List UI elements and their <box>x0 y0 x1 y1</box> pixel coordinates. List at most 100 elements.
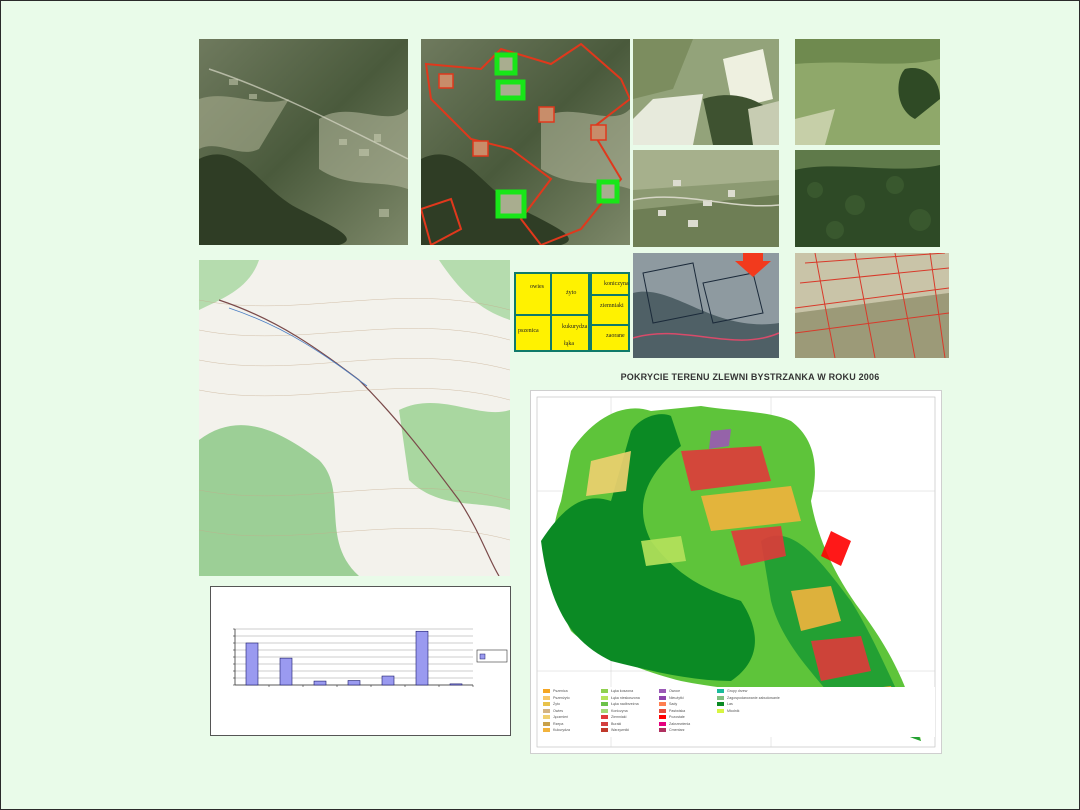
map-legend-item: Żyto <box>543 702 560 707</box>
legend-swatch <box>601 689 608 694</box>
legend-swatch <box>543 702 550 707</box>
map-legend-item: Ziemniaki <box>601 715 627 720</box>
map-legend-item: Łąka nieskoszona <box>601 696 640 700</box>
map-legend-item: Kukurydza <box>543 728 570 733</box>
legend-label: Pszenica <box>553 689 568 693</box>
legend-swatch <box>543 721 550 726</box>
legend-label: Żyto <box>553 702 560 706</box>
legend-label: Owies <box>553 708 563 713</box>
legend-label: Łąka nieskoszona <box>611 695 640 700</box>
legend-label: Pozostałe <box>669 715 685 719</box>
legend-swatch <box>601 721 608 726</box>
legend-swatch <box>717 702 724 707</box>
bar-chart <box>210 586 511 736</box>
land-cover-map: Pszenica Pszenżyto Żyto Owies Jęczmień Rzepa K… <box>530 390 942 754</box>
bar-5 <box>381 675 395 686</box>
map-legend-item: Jęczmień <box>543 715 569 720</box>
map-legend-item: Buraki <box>601 722 621 726</box>
legend-swatch <box>717 695 724 700</box>
legend-swatch <box>601 695 608 700</box>
parcel-photo <box>795 253 949 358</box>
map-legend-item: Sady <box>659 702 678 707</box>
legend-label: Ziemniaki <box>611 715 627 719</box>
legend-cell: ziemniaki <box>592 296 628 324</box>
legend-label: Owoce <box>669 689 681 693</box>
legend-label: Jęczmień <box>553 715 569 719</box>
bar-4 <box>347 680 361 686</box>
legend-label: Warzywniki <box>611 728 630 732</box>
bar-1 <box>245 642 259 686</box>
bar-7 <box>449 683 463 686</box>
map-legend-item: Łąka nadbrzeżna <box>601 702 639 707</box>
cadastral-photo <box>633 253 779 358</box>
legend-swatch <box>543 708 550 713</box>
legend-swatch <box>543 689 550 694</box>
map-title: POKRYCIE TERENU ZLEWNI BYSTRZANKA W ROKU… <box>620 372 880 382</box>
map-legend-item: Młodnik <box>717 709 739 713</box>
map-legend-item: Warzywniki <box>601 728 630 733</box>
legend-label: Cmentarz <box>669 728 685 732</box>
legend-swatch <box>659 695 666 700</box>
field-photo <box>633 39 779 145</box>
map-legend-item: Pszenica <box>543 689 568 694</box>
satellite-image <box>199 39 408 245</box>
legend-label: Rzepa <box>553 721 564 726</box>
legend-swatch <box>659 702 666 707</box>
legend-label: Buraki <box>611 721 622 726</box>
bar-chart-svg <box>233 628 508 687</box>
map-legend-item: Pastwiska <box>659 709 685 713</box>
satellite-image-segmented <box>421 39 630 245</box>
legend-cell: kukurydza <box>552 316 588 336</box>
legend-label: Młodnik <box>727 708 740 713</box>
map-legend-item: Las <box>717 702 733 707</box>
bar-2 <box>279 657 293 686</box>
legend-swatch <box>659 728 666 733</box>
legend-swatch <box>717 689 724 694</box>
legend-swatch <box>659 715 666 720</box>
legend-swatch <box>717 708 724 713</box>
legend-swatch <box>543 715 550 720</box>
bar-6 <box>415 630 429 686</box>
legend-cell: pszenica <box>516 316 550 350</box>
legend-label: Koniczyna <box>611 708 628 713</box>
map-legend-item: Zagospodarowanie zabudowanie <box>717 696 780 700</box>
legend-label: Nieużytki <box>669 695 684 700</box>
topographic-map <box>199 260 510 576</box>
legend-swatch <box>543 695 550 700</box>
map-legend-item: Grupy drzew <box>717 689 748 694</box>
village-photo <box>633 150 779 247</box>
legend-label: Łąka koszona <box>611 689 634 693</box>
chart-legend-swatch <box>479 653 486 660</box>
legend-swatch <box>543 728 550 733</box>
map-legend-item: Zakrzewienia <box>659 722 690 726</box>
map-legend-item: Łąka koszona <box>601 689 634 694</box>
legend-swatch <box>601 708 608 713</box>
map-legend-item: Owoce <box>659 689 681 694</box>
legend-cell: łąka <box>552 336 588 350</box>
map-legend-item: Pszenżyto <box>543 696 570 700</box>
map-legend-item: Owies <box>543 709 563 713</box>
map-legend: Pszenica Pszenżyto Żyto Owies Jęczmień Rzepa K… <box>543 689 933 739</box>
legend-cell: koniczyna <box>592 274 629 294</box>
map-legend-item: Nieużytki <box>659 696 684 700</box>
bar-3 <box>313 680 327 686</box>
legend-cell: żyto <box>552 274 588 314</box>
meadow-photo <box>795 39 940 145</box>
legend-label: Grupy drzew <box>727 689 748 693</box>
legend-label: Pastwiska <box>669 708 686 713</box>
legend-swatch <box>601 715 608 720</box>
legend-swatch <box>659 689 666 694</box>
legend-swatch <box>659 708 666 713</box>
legend-swatch <box>601 702 608 707</box>
map-legend-item: Koniczyna <box>601 709 628 713</box>
legend-label: Sady <box>669 702 678 706</box>
map-legend-item: Pozostałe <box>659 715 685 720</box>
legend-label: Zakrzewienia <box>669 721 691 726</box>
legend-swatch <box>601 728 608 733</box>
legend-label: Zagospodarowanie zabudowanie <box>727 695 780 700</box>
forest-photo <box>795 150 940 247</box>
legend-label: Łąka nadbrzeżna <box>611 702 639 706</box>
legend-cell: owies <box>516 274 550 314</box>
legend-swatch <box>659 721 666 726</box>
legend-label: Las <box>727 702 733 706</box>
